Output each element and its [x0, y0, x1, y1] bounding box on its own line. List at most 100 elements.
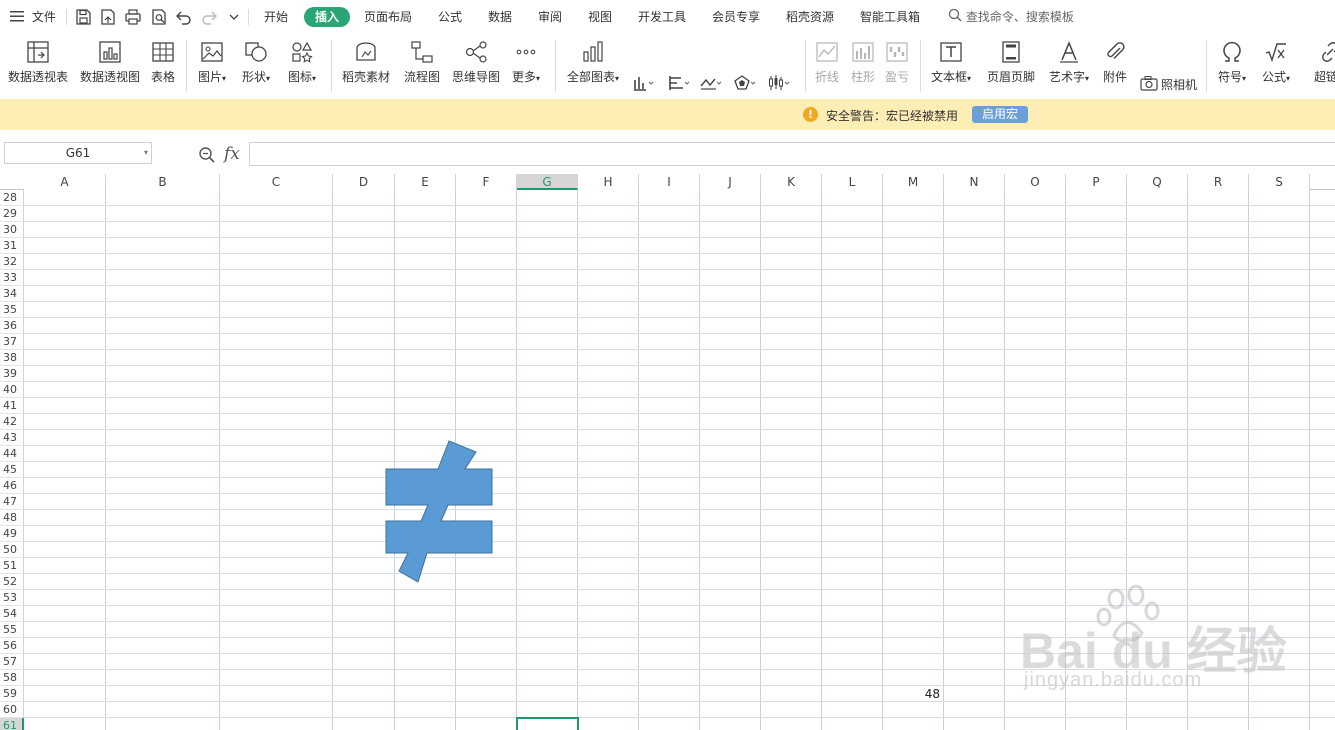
textbox-button[interactable]: 文本框▾: [926, 34, 976, 98]
export-pdf-icon[interactable]: [99, 8, 117, 26]
camera-icon[interactable]: [1140, 75, 1158, 91]
column-header-j[interactable]: J: [700, 174, 761, 190]
tab-insert[interactable]: 插入: [304, 7, 351, 27]
row-header-41[interactable]: 41: [0, 398, 24, 414]
row-header-31[interactable]: 31: [0, 238, 24, 254]
column-header-s[interactable]: S: [1249, 174, 1310, 190]
tab-formulas[interactable]: 公式: [438, 0, 462, 34]
save-icon[interactable]: [74, 8, 92, 26]
row-header-52[interactable]: 52: [0, 574, 24, 590]
row-header-33[interactable]: 33: [0, 270, 24, 286]
cell-m59[interactable]: 48: [883, 686, 940, 702]
zoom-icon[interactable]: [198, 146, 216, 164]
column-header-o[interactable]: O: [1005, 174, 1066, 190]
redo-icon[interactable]: [200, 8, 218, 26]
print-preview-icon[interactable]: [150, 8, 168, 26]
column-header-n[interactable]: N: [944, 174, 1005, 190]
command-search[interactable]: 查找命令、搜索模板: [948, 0, 1074, 34]
column-header-p[interactable]: P: [1066, 174, 1127, 190]
row-header-42[interactable]: 42: [0, 414, 24, 430]
row-header-43[interactable]: 43: [0, 430, 24, 446]
row-header-56[interactable]: 56: [0, 638, 24, 654]
sparkline-winloss-button[interactable]: 盈亏: [880, 34, 914, 98]
row-header-37[interactable]: 37: [0, 334, 24, 350]
tab-data[interactable]: 数据: [488, 0, 512, 34]
column-header-e[interactable]: E: [395, 174, 456, 190]
row-header-40[interactable]: 40: [0, 382, 24, 398]
row-header-32[interactable]: 32: [0, 254, 24, 270]
column-header-i[interactable]: I: [639, 174, 700, 190]
formula-button[interactable]: 公式▾: [1256, 34, 1296, 98]
column-header-k[interactable]: K: [761, 174, 822, 190]
tab-view[interactable]: 视图: [588, 0, 612, 34]
sparkline-column-button[interactable]: 柱形: [846, 34, 880, 98]
formula-input[interactable]: [249, 142, 1335, 166]
more-button[interactable]: 更多▾: [506, 34, 546, 98]
table-button[interactable]: 表格: [146, 34, 180, 98]
tab-docer[interactable]: 稻壳资源: [786, 0, 834, 34]
sparkline-line-button[interactable]: 折线: [810, 34, 844, 98]
print-icon[interactable]: [124, 8, 142, 26]
column-header-m[interactable]: M: [883, 174, 944, 190]
not-equal-shape-path[interactable]: [385, 440, 493, 583]
column-header-c[interactable]: C: [220, 174, 333, 190]
line-chart-icon[interactable]: [700, 74, 722, 92]
row-header-60[interactable]: 60: [0, 702, 24, 718]
row-header-50[interactable]: 50: [0, 542, 24, 558]
docer-material-button[interactable]: 稻壳素材: [338, 34, 394, 98]
flowchart-button[interactable]: 流程图: [400, 34, 444, 98]
row-header-55[interactable]: 55: [0, 622, 24, 638]
column-header-q[interactable]: Q: [1127, 174, 1188, 190]
row-header-38[interactable]: 38: [0, 350, 24, 366]
symbol-button[interactable]: 符号▾: [1212, 34, 1252, 98]
radar-chart-icon[interactable]: [734, 74, 756, 92]
row-header-46[interactable]: 46: [0, 478, 24, 494]
column-header-l[interactable]: L: [822, 174, 883, 190]
file-menu[interactable]: 文件: [10, 0, 56, 34]
tab-developer[interactable]: 开发工具: [638, 0, 686, 34]
customize-quick-access-icon[interactable]: [227, 8, 241, 26]
column-header-h[interactable]: H: [578, 174, 639, 190]
row-header-34[interactable]: 34: [0, 286, 24, 302]
row-header-53[interactable]: 53: [0, 590, 24, 606]
enable-macro-button[interactable]: 启用宏: [972, 106, 1028, 123]
tab-review[interactable]: 审阅: [538, 0, 562, 34]
icon-button[interactable]: 图标▾: [282, 34, 322, 98]
name-box-dropdown-icon[interactable]: ▾: [144, 143, 148, 163]
row-header-47[interactable]: 47: [0, 494, 24, 510]
column-header-g[interactable]: G: [517, 174, 578, 190]
stock-chart-icon[interactable]: [768, 74, 790, 92]
active-cell-g61[interactable]: [516, 717, 579, 730]
row-header-49[interactable]: 49: [0, 526, 24, 542]
all-charts-button[interactable]: 全部图表▾: [562, 34, 624, 98]
column-header-a[interactable]: A: [24, 174, 106, 190]
row-header-35[interactable]: 35: [0, 302, 24, 318]
row-header-59[interactable]: 59: [0, 686, 24, 702]
mindmap-button[interactable]: 思维导图: [450, 34, 502, 98]
row-header-57[interactable]: 57: [0, 654, 24, 670]
row-header-54[interactable]: 54: [0, 606, 24, 622]
insert-function-button[interactable]: fx: [224, 144, 240, 164]
row-header-48[interactable]: 48: [0, 510, 24, 526]
row-header-36[interactable]: 36: [0, 318, 24, 334]
column-header-f[interactable]: F: [456, 174, 517, 190]
tab-smart-toolbox[interactable]: 智能工具箱: [860, 0, 920, 34]
column-chart-icon[interactable]: [632, 74, 654, 92]
header-footer-button[interactable]: 页眉页脚: [984, 34, 1038, 98]
bar-chart-icon[interactable]: [668, 74, 690, 92]
shape-button[interactable]: 形状▾: [236, 34, 276, 98]
row-header-29[interactable]: 29: [0, 206, 24, 222]
picture-button[interactable]: 图片▾: [192, 34, 232, 98]
column-header-b[interactable]: B: [106, 174, 220, 190]
undo-icon[interactable]: [175, 8, 193, 26]
row-header-30[interactable]: 30: [0, 222, 24, 238]
row-header-61[interactable]: 61: [0, 718, 24, 730]
row-header-45[interactable]: 45: [0, 462, 24, 478]
column-header-d[interactable]: D: [333, 174, 395, 190]
camera-label[interactable]: 照相机: [1161, 76, 1197, 93]
attachment-button[interactable]: 附件: [1098, 34, 1132, 98]
wordart-button[interactable]: 艺术字▾: [1044, 34, 1094, 98]
row-header-39[interactable]: 39: [0, 366, 24, 382]
row-header-58[interactable]: 58: [0, 670, 24, 686]
not-equal-shape[interactable]: [380, 435, 500, 590]
